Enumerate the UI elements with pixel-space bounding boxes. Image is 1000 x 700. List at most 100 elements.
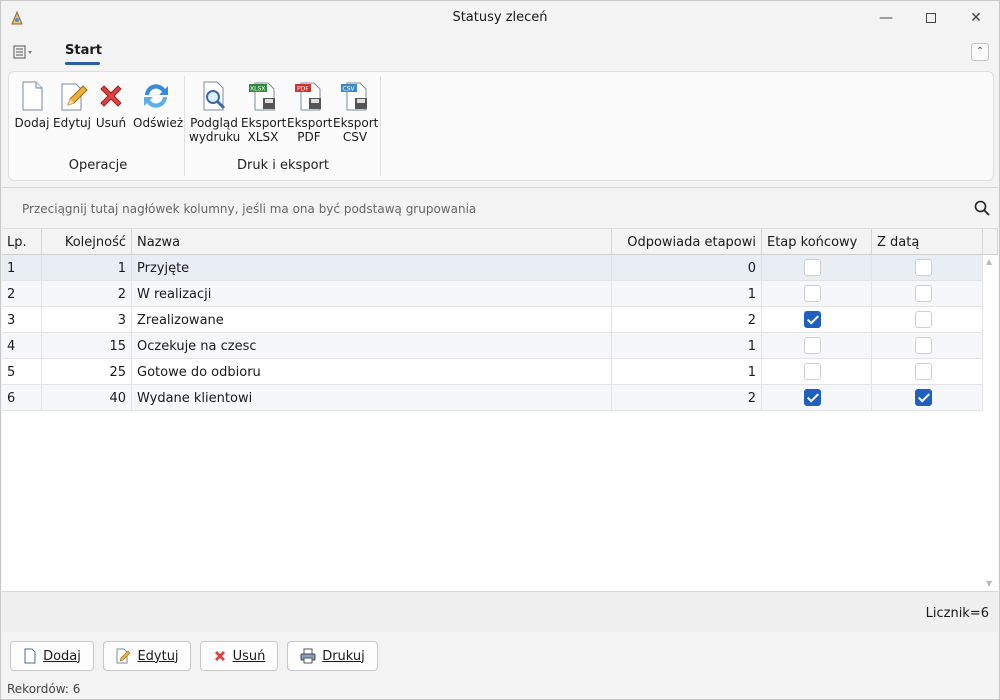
ribbon-print-preview-button[interactable]: Podgląd wydruku <box>189 78 240 144</box>
cell-odpowiada-etapowi[interactable]: 1 <box>612 281 762 307</box>
ribbon-delete-button[interactable]: Usuń <box>94 78 128 130</box>
cell-kolejnosc[interactable]: 3 <box>42 307 132 333</box>
search-icon[interactable] <box>974 200 990 216</box>
column-header-z-data[interactable]: Z datą <box>872 229 983 255</box>
cell-lp[interactable]: 1 <box>2 255 42 281</box>
cell-lp[interactable]: 6 <box>2 385 42 411</box>
menu-icon[interactable] <box>13 45 39 61</box>
checkbox-etap-koncowy[interactable] <box>804 311 821 328</box>
checkbox-etap-koncowy[interactable] <box>804 389 821 406</box>
cell-etap-koncowy <box>762 307 872 333</box>
add-button[interactable]: Dodaj <box>10 641 94 671</box>
header-spacer <box>983 229 998 255</box>
checkbox-z-data[interactable] <box>914 337 932 354</box>
cell-kolejnosc[interactable]: 2 <box>42 281 132 307</box>
table-row[interactable]: 3 3 Zrealizowane 2 <box>2 307 983 333</box>
new-document-icon <box>22 81 43 111</box>
ribbon-tabs: Start ⌃ <box>1 39 999 67</box>
table-row[interactable]: 22W realizacji 1 <box>2 281 983 307</box>
checkbox-z-data[interactable] <box>914 363 932 380</box>
column-header-etap-koncowy[interactable]: Etap końcowy <box>762 229 872 255</box>
checkbox-z-data[interactable] <box>914 389 932 406</box>
cell-lp[interactable]: 4 <box>2 333 42 359</box>
checkbox-etap-koncowy[interactable] <box>804 285 821 302</box>
cell-odpowiada-etapowi[interactable]: 0 <box>612 255 762 281</box>
group-by-panel[interactable]: Przeciągnij tutaj nagłówek kolumny, jeśl… <box>2 188 998 229</box>
table-row[interactable]: 6 40 Wydane klientowi 2 <box>2 385 983 411</box>
cell-kolejnosc[interactable]: 25 <box>42 359 132 385</box>
refresh-icon <box>144 84 168 108</box>
checkbox-z-data[interactable] <box>914 311 932 328</box>
export-csv-icon: CSV <box>341 82 367 111</box>
maximize-icon[interactable] <box>908 5 954 31</box>
cell-nazwa[interactable]: Zrealizowane <box>132 307 612 333</box>
table-row[interactable]: 5 25 Gotowe do odbioru 1 <box>2 359 983 385</box>
table-row[interactable]: 4 15 Oczekuje na czesc 1 <box>2 333 983 359</box>
tab-start[interactable]: Start <box>65 43 102 58</box>
edit-icon <box>61 83 88 111</box>
checkbox-etap-koncowy[interactable] <box>804 337 821 354</box>
tab-active-indicator <box>65 62 100 65</box>
cell-kolejnosc[interactable]: 1 <box>42 255 132 281</box>
checkbox-etap-koncowy[interactable] <box>804 363 821 380</box>
ribbon-edit-button[interactable]: Edytuj <box>53 78 91 130</box>
cell-z-data <box>872 359 983 385</box>
group-separator <box>380 76 381 176</box>
cell-kolejnosc[interactable]: 40 <box>42 385 132 411</box>
cell-nazwa[interactable]: Gotowe do odbioru <box>132 359 612 385</box>
cell-odpowiada-etapowi[interactable]: 2 <box>612 385 762 411</box>
delete-icon <box>214 651 225 661</box>
title-bar: Statusy zleceń — ✕ <box>1 1 999 35</box>
cell-nazwa[interactable]: Przyjęte <box>132 255 612 281</box>
table-row[interactable]: 1 1 Przyjęte 0 <box>2 255 983 281</box>
status-bar-records: Rekordów: 6 <box>7 682 81 696</box>
grid-footer: Licznik=6 <box>2 591 998 632</box>
cell-etap-koncowy <box>762 359 872 385</box>
cell-etap-koncowy <box>762 333 872 359</box>
scroll-down-icon[interactable]: ▼ <box>986 579 992 588</box>
cell-odpowiada-etapowi[interactable]: 1 <box>612 359 762 385</box>
export-xlsx-icon: XLSX <box>249 82 275 111</box>
edit-button[interactable]: Edytuj <box>103 641 191 671</box>
cell-z-data <box>872 385 983 411</box>
ribbon-refresh-button[interactable]: Odśwież <box>133 78 183 130</box>
delete-button[interactable]: Usuń <box>200 641 278 671</box>
cell-nazwa[interactable]: W realizacji <box>132 281 612 307</box>
svg-text:XLSX: XLSX <box>250 86 265 93</box>
ribbon-add-button[interactable]: Dodaj <box>13 78 51 130</box>
print-preview-icon <box>203 81 226 111</box>
printer-icon <box>300 648 316 664</box>
collapse-ribbon-icon[interactable]: ⌃ <box>971 43 989 61</box>
vertical-scrollbar[interactable]: ▲ ▼ <box>983 255 998 590</box>
ribbon-panel: Dodaj Edytuj Usuń Odśwież Operacje Podgl… <box>8 71 994 181</box>
column-header-kolejnosc[interactable]: Kolejność <box>42 229 132 255</box>
cell-odpowiada-etapowi[interactable]: 2 <box>612 307 762 333</box>
cell-nazwa[interactable]: Wydane klientowi <box>132 385 612 411</box>
column-header-nazwa[interactable]: Nazwa <box>132 229 612 255</box>
scroll-up-icon[interactable]: ▲ <box>986 257 992 266</box>
cell-nazwa[interactable]: Oczekuje na czesc <box>132 333 612 359</box>
group-by-hint: Przeciągnij tutaj nagłówek kolumny, jeśl… <box>22 202 477 216</box>
close-icon[interactable]: ✕ <box>953 5 999 31</box>
cell-lp[interactable]: 2 <box>2 281 42 307</box>
cell-etap-koncowy <box>762 385 872 411</box>
cell-lp[interactable]: 3 <box>2 307 42 333</box>
record-counter: Licznik=6 <box>925 606 989 621</box>
cell-lp[interactable]: 5 <box>2 359 42 385</box>
svg-text:CSV: CSV <box>343 86 356 93</box>
cell-odpowiada-etapowi[interactable]: 1 <box>612 333 762 359</box>
ribbon-export-csv-button[interactable]: CSV Eksport CSV <box>333 78 378 144</box>
delete-icon <box>100 85 122 107</box>
print-button[interactable]: Drukuj <box>287 641 378 671</box>
group-label-druk-eksport: Druk i eksport <box>237 158 329 173</box>
checkbox-z-data[interactable] <box>914 259 932 276</box>
ribbon-export-pdf-button[interactable]: PDF Eksport PDF <box>287 78 332 144</box>
cell-kolejnosc[interactable]: 15 <box>42 333 132 359</box>
minimize-icon[interactable]: — <box>863 5 909 31</box>
checkbox-z-data[interactable] <box>914 285 932 302</box>
ribbon-export-xlsx-button[interactable]: XLSX Eksport XLSX <box>241 78 286 144</box>
column-header-odpowiada-etapowi[interactable]: Odpowiada etapowi <box>612 229 762 255</box>
column-header-lp[interactable]: Lp. <box>2 229 42 255</box>
checkbox-etap-koncowy[interactable] <box>804 259 821 276</box>
group-label-operacje: Operacje <box>68 158 128 173</box>
